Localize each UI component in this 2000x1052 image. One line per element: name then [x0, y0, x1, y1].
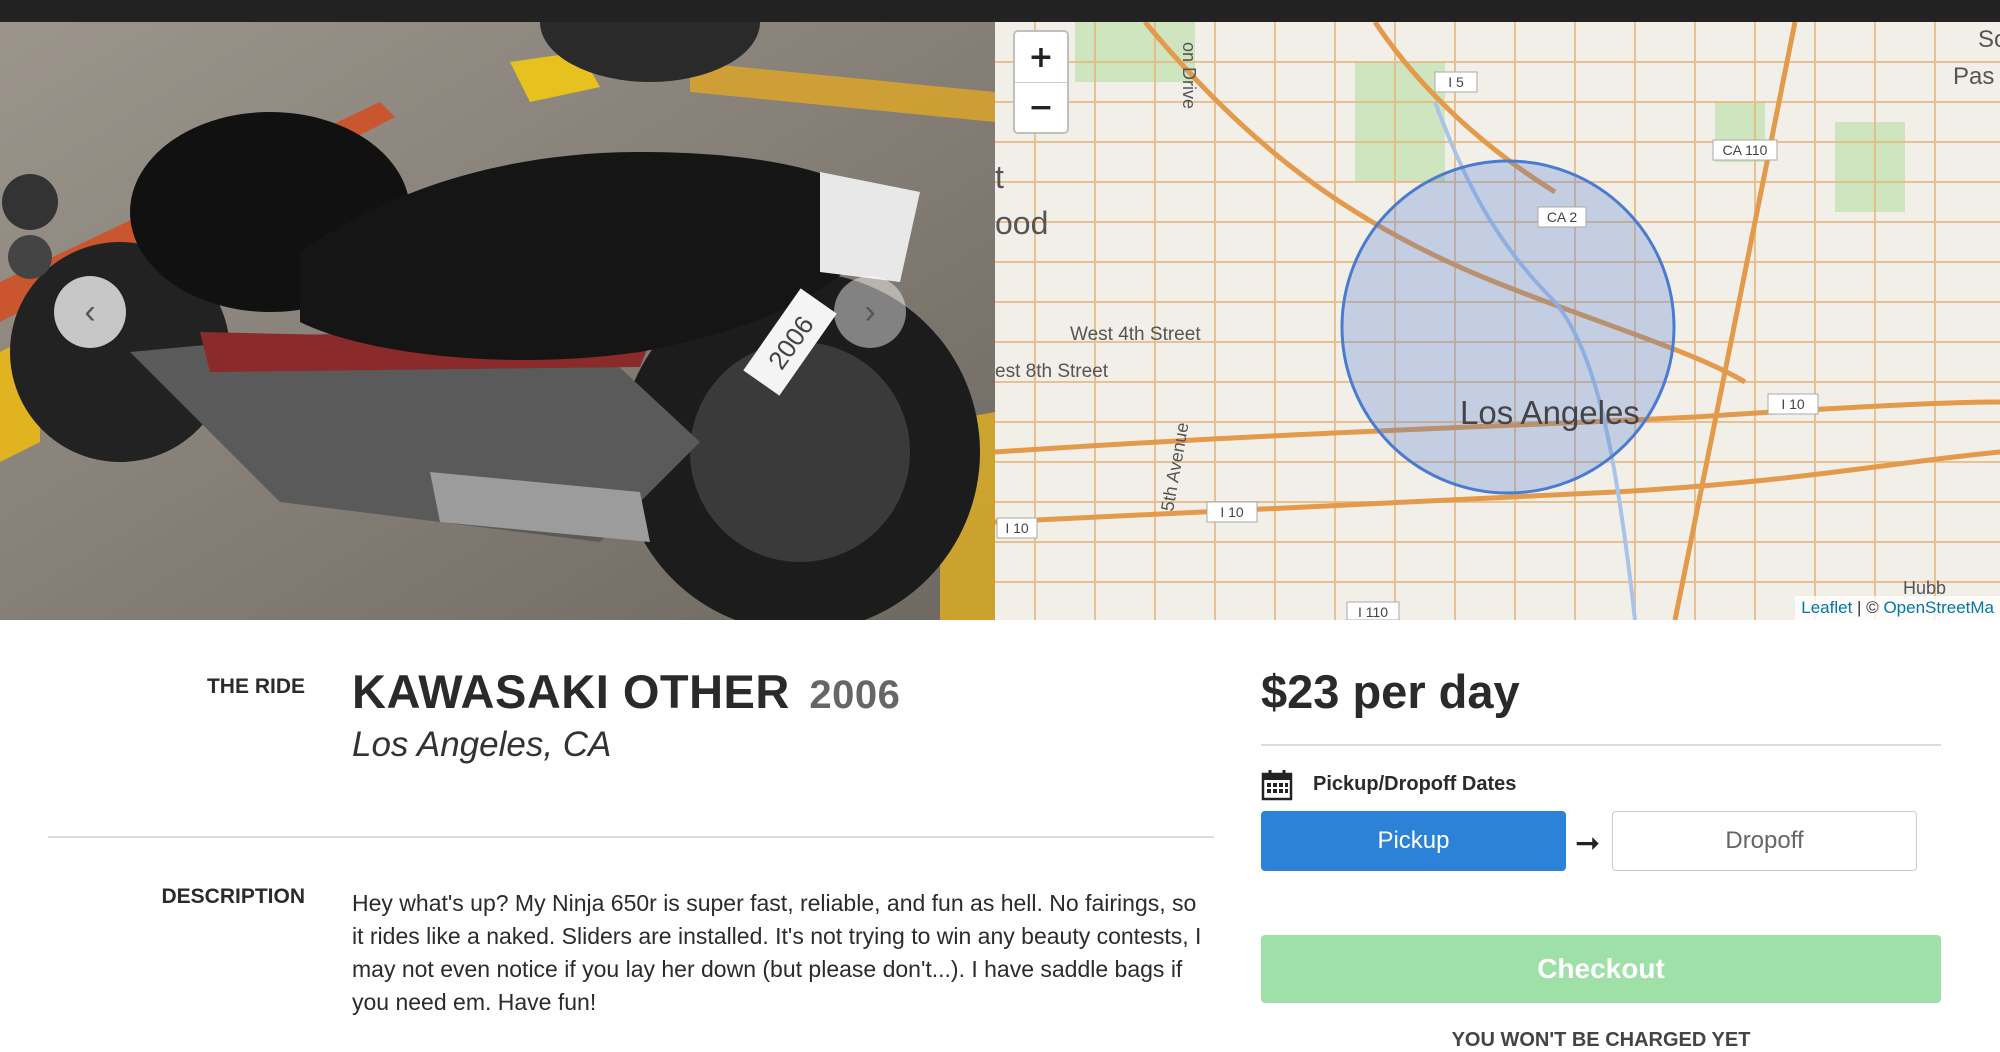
map-label-fragment-t: t	[995, 159, 1004, 195]
map-shield: I 5	[1448, 74, 1464, 90]
chevron-left-icon: ‹	[84, 292, 96, 331]
attribution-separator: | ©	[1852, 598, 1884, 617]
make-model: KAWASAKI OTHER	[352, 665, 790, 718]
map-shield: I 10	[1220, 504, 1244, 520]
map-label-fragment-ood: ood	[995, 205, 1048, 241]
model-year: 2006	[809, 673, 901, 717]
daily-price: $23 per day	[1261, 665, 1520, 718]
listing-location: Los Angeles, CA	[352, 725, 612, 764]
leaflet-link[interactable]: Leaflet	[1801, 598, 1852, 617]
map-label-street2: est 8th Street	[995, 361, 1109, 382]
checkout-button[interactable]: Checkout	[1261, 935, 1941, 1003]
map-shield: I 110	[1358, 604, 1388, 620]
map-zoom-controls: + −	[1013, 30, 1069, 134]
map-label-street1: West 4th Street	[1070, 324, 1201, 345]
section-divider	[48, 836, 1214, 838]
map-shield: I 10	[1781, 396, 1805, 412]
section-label-ride: THE RIDE	[206, 675, 305, 698]
previous-photo-button[interactable]: ‹	[54, 276, 126, 348]
listing-photo-carousel: 2006 ‹ ›	[0, 22, 995, 620]
next-photo-button[interactable]: ›	[834, 276, 906, 348]
chevron-right-icon: ›	[864, 292, 876, 331]
dropoff-date-button[interactable]: Dropoff	[1612, 811, 1917, 871]
map-shield: I 10	[1005, 520, 1029, 536]
listing-description: Hey what's up? My Ninja 650r is super fa…	[352, 890, 1202, 1015]
map-label-fragment-pas: Pas	[1953, 63, 1994, 90]
map-label-fragment-so: So	[1978, 26, 2000, 53]
map-tiles: Los Angeles West 4th Street est 8th Stre…	[995, 22, 2000, 620]
openstreetmap-link[interactable]: OpenStreetMa	[1883, 598, 1994, 617]
location-map[interactable]: Los Angeles West 4th Street est 8th Stre…	[995, 22, 2000, 620]
price-divider	[1261, 744, 1941, 746]
zoom-out-button[interactable]: −	[1015, 82, 1067, 132]
calendar-icon	[1261, 770, 1293, 801]
arrow-right-icon: ➞	[1575, 827, 1601, 860]
dates-label: Pickup/Dropoff Dates	[1313, 773, 1517, 795]
map-shield: CA 2	[1547, 209, 1578, 225]
map-label-city: Los Angeles	[1460, 394, 1640, 431]
location-radius-circle	[1340, 159, 1676, 495]
pickup-date-button[interactable]: Pickup	[1261, 811, 1566, 871]
map-label-drive: on Drive	[1179, 42, 1199, 109]
listing-title: KAWASAKI OTHER 2006	[352, 664, 900, 719]
map-shield: CA 110	[1723, 142, 1768, 158]
map-attribution: Leaflet | © OpenStreetMa	[1795, 596, 2000, 620]
top-bar	[0, 0, 2000, 22]
map-label-fragment-hubb: Hubb	[1903, 578, 1946, 598]
zoom-in-button[interactable]: +	[1015, 32, 1067, 82]
section-label-description: DESCRIPTION	[161, 885, 305, 908]
